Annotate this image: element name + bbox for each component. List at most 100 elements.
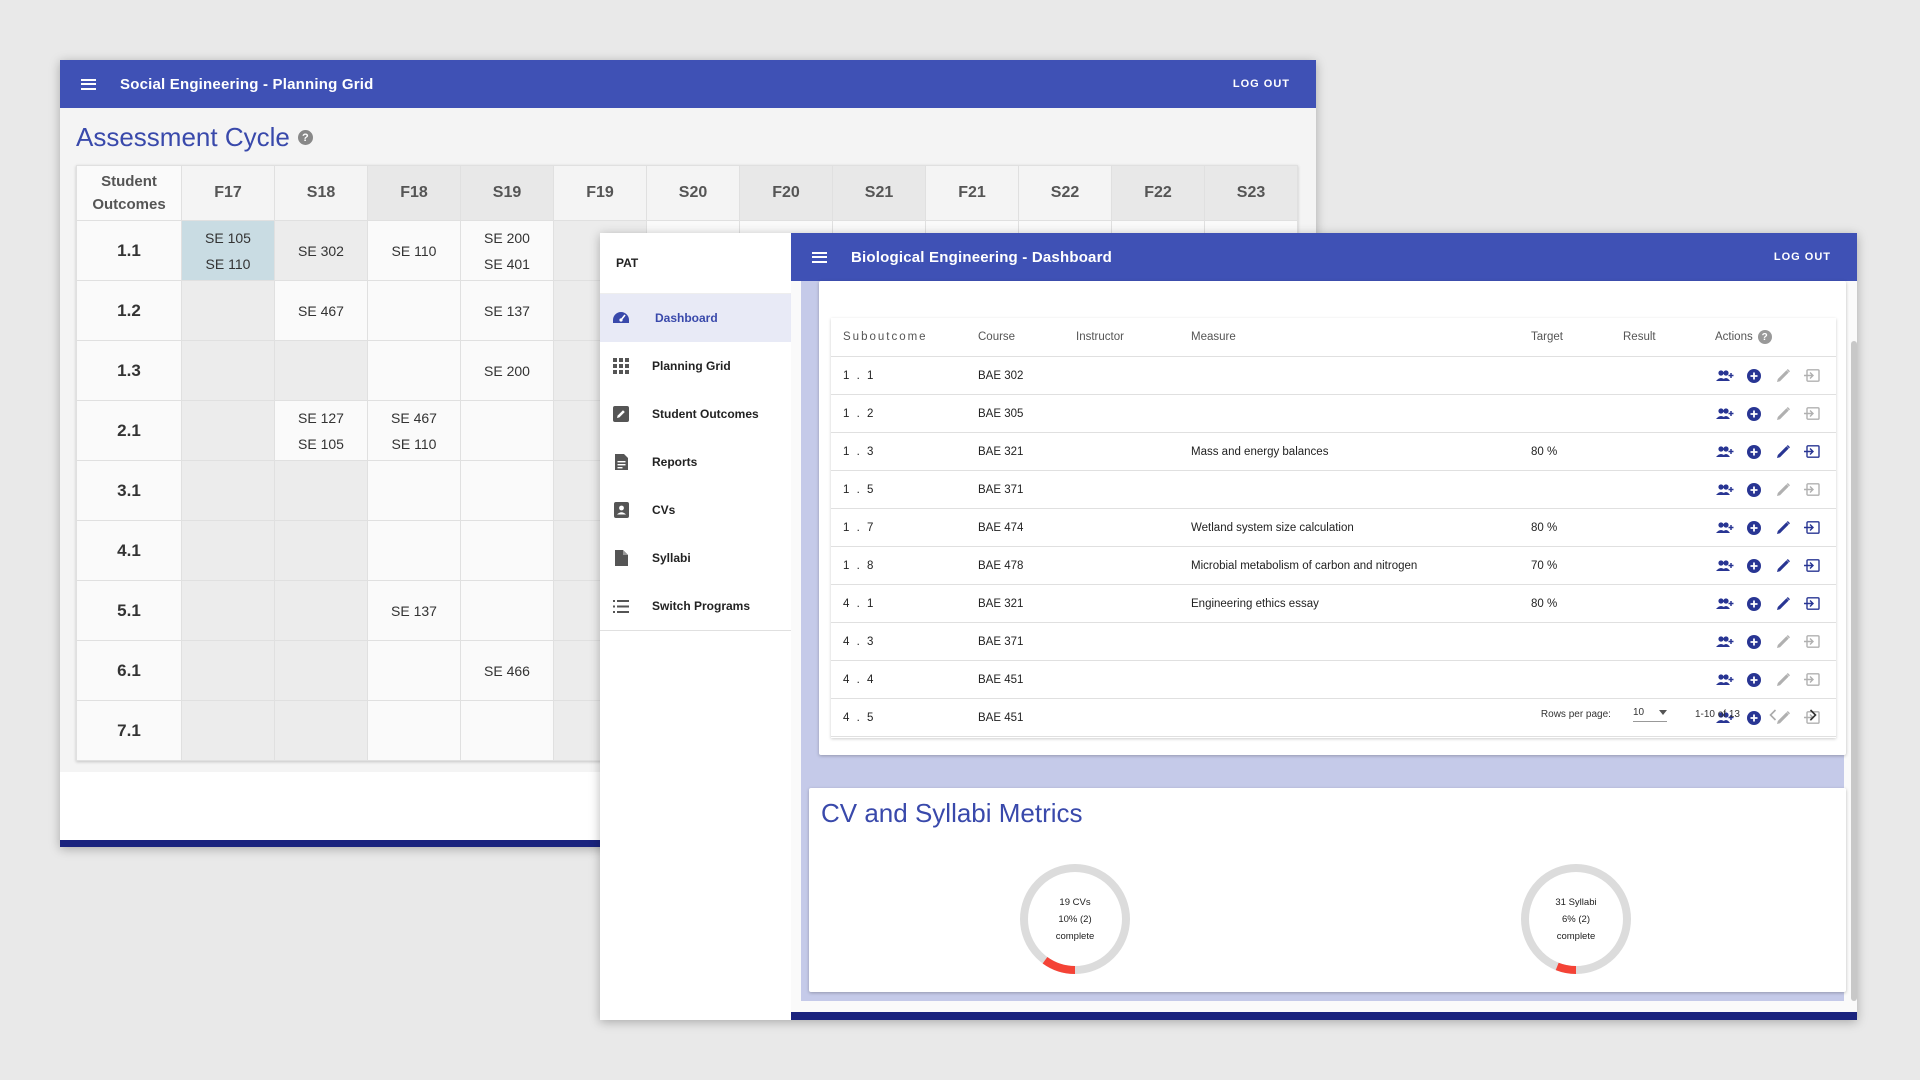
grid-cell[interactable]: SE 200 SE 401 — [460, 220, 554, 281]
grid-cell[interactable] — [274, 700, 368, 761]
grid-cell[interactable] — [181, 700, 275, 761]
add-circle-icon[interactable] — [1744, 595, 1764, 613]
grid-cell[interactable]: SE 110 — [367, 220, 461, 281]
enter-result-icon[interactable] — [1802, 519, 1822, 537]
nav-item-syllabi[interactable]: Syllabi — [600, 534, 791, 582]
enter-result-icon[interactable] — [1802, 671, 1822, 689]
grid-cell[interactable]: SE 137 — [367, 580, 461, 641]
enter-result-icon[interactable] — [1802, 367, 1822, 385]
table-row[interactable]: 1 . 1 BAE 302 — [831, 356, 1836, 395]
grid-cell[interactable]: SE 137 — [460, 280, 554, 341]
grid-cell[interactable] — [181, 460, 275, 521]
grid-cell[interactable] — [460, 580, 554, 641]
grid-cell[interactable] — [274, 640, 368, 701]
assign-instructor-icon[interactable] — [1715, 481, 1735, 499]
grid-cell[interactable] — [181, 640, 275, 701]
grid-cell[interactable] — [181, 340, 275, 401]
term-header[interactable]: S22 — [1018, 165, 1112, 221]
column-header[interactable]: Course — [977, 318, 1075, 357]
grid-cell[interactable] — [181, 520, 275, 581]
grid-cell[interactable] — [367, 520, 461, 581]
add-circle-icon[interactable] — [1744, 671, 1764, 689]
term-header[interactable]: S18 — [274, 165, 368, 221]
prev-page-button[interactable] — [1766, 708, 1780, 721]
nav-item-student-outcomes[interactable]: Student Outcomes — [600, 390, 791, 438]
term-header[interactable]: F18 — [367, 165, 461, 221]
grid-cell[interactable] — [367, 280, 461, 341]
edit-pencil-icon[interactable] — [1773, 633, 1793, 651]
grid-cell[interactable] — [181, 400, 275, 461]
column-header[interactable]: Instructor — [1075, 318, 1190, 357]
table-row[interactable]: 4 . 1 BAE 321 Engineering ethics essay 80 % — [831, 584, 1836, 623]
edit-pencil-icon[interactable] — [1773, 481, 1793, 499]
nav-item-reports[interactable]: Reports — [600, 438, 791, 486]
enter-result-icon[interactable] — [1802, 557, 1822, 575]
grid-cell[interactable] — [367, 700, 461, 761]
enter-result-icon[interactable] — [1802, 595, 1822, 613]
grid-cell[interactable] — [181, 280, 275, 341]
term-header[interactable]: S19 — [460, 165, 554, 221]
add-circle-icon[interactable] — [1744, 633, 1764, 651]
help-icon[interactable]: ? — [1757, 330, 1772, 344]
assign-instructor-icon[interactable] — [1715, 519, 1735, 537]
edit-pencil-icon[interactable] — [1773, 443, 1793, 461]
table-row[interactable]: 1 . 2 BAE 305 — [831, 394, 1836, 433]
logout-button[interactable]: LOG OUT — [1233, 78, 1290, 90]
add-circle-icon[interactable] — [1744, 557, 1764, 575]
table-row[interactable]: 1 . 7 BAE 474 Wetland system size calculat… — [831, 508, 1836, 547]
term-header[interactable]: S20 — [646, 165, 740, 221]
grid-cell[interactable] — [274, 520, 368, 581]
grid-cell[interactable] — [367, 640, 461, 701]
menu-icon[interactable] — [799, 251, 839, 263]
column-header[interactable]: Measure — [1190, 318, 1530, 357]
assign-instructor-icon[interactable] — [1715, 595, 1735, 613]
edit-pencil-icon[interactable] — [1773, 557, 1793, 575]
edit-pencil-icon[interactable] — [1773, 595, 1793, 613]
nav-item-dashboard[interactable]: Dashboard — [600, 294, 791, 342]
scrollbar[interactable] — [1851, 341, 1857, 1001]
grid-cell[interactable] — [274, 340, 368, 401]
add-circle-icon[interactable] — [1744, 443, 1764, 461]
term-header[interactable]: F21 — [925, 165, 1019, 221]
grid-cell[interactable] — [367, 460, 461, 521]
grid-cell[interactable]: SE 105 SE 110 — [181, 220, 275, 281]
grid-cell[interactable] — [460, 460, 554, 521]
grid-cell[interactable]: SE 467 SE 110 — [367, 400, 461, 461]
menu-icon[interactable] — [68, 78, 108, 90]
add-circle-icon[interactable] — [1744, 405, 1764, 423]
grid-cell[interactable]: SE 466 — [460, 640, 554, 701]
enter-result-icon[interactable] — [1802, 633, 1822, 651]
enter-result-icon[interactable] — [1802, 443, 1822, 461]
add-circle-icon[interactable] — [1744, 481, 1764, 499]
table-row[interactable]: 1 . 5 BAE 371 — [831, 470, 1836, 509]
grid-cell[interactable] — [460, 400, 554, 461]
term-header[interactable]: F20 — [739, 165, 833, 221]
assign-instructor-icon[interactable] — [1715, 405, 1735, 423]
term-header[interactable]: F19 — [553, 165, 647, 221]
grid-cell[interactable]: SE 302 — [274, 220, 368, 281]
table-row[interactable]: 1 . 8 BAE 478 Microbial metabolism of carb… — [831, 546, 1836, 585]
add-circle-icon[interactable] — [1744, 519, 1764, 537]
assign-instructor-icon[interactable] — [1715, 443, 1735, 461]
term-header[interactable]: S21 — [832, 165, 926, 221]
nav-item-planning-grid[interactable]: Planning Grid — [600, 342, 791, 390]
edit-pencil-icon[interactable] — [1773, 671, 1793, 689]
grid-cell[interactable] — [460, 700, 554, 761]
column-header[interactable]: Suboutcome — [831, 318, 977, 357]
term-header[interactable]: F22 — [1111, 165, 1205, 221]
column-header[interactable]: Result — [1622, 318, 1714, 357]
grid-cell[interactable] — [460, 520, 554, 581]
grid-cell[interactable]: SE 127 SE 105 — [274, 400, 368, 461]
column-header[interactable]: Target — [1530, 318, 1622, 357]
term-header[interactable]: F17 — [181, 165, 275, 221]
enter-result-icon[interactable] — [1802, 405, 1822, 423]
assign-instructor-icon[interactable] — [1715, 557, 1735, 575]
help-icon[interactable]: ? — [297, 130, 313, 145]
assign-instructor-icon[interactable] — [1715, 671, 1735, 689]
enter-result-icon[interactable] — [1802, 481, 1822, 499]
grid-cell[interactable] — [274, 460, 368, 521]
logout-button[interactable]: LOG OUT — [1774, 251, 1831, 263]
edit-pencil-icon[interactable] — [1773, 367, 1793, 385]
next-page-button[interactable] — [1806, 708, 1820, 721]
add-circle-icon[interactable] — [1744, 367, 1764, 385]
